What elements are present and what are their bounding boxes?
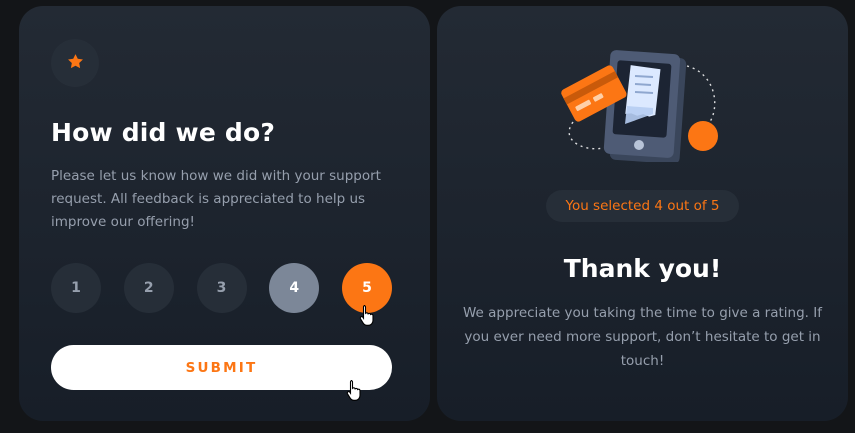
rating-description: Please let us know how we did with your … [51, 168, 381, 230]
rating-button-1[interactable]: 1 [51, 263, 101, 313]
submit-button[interactable]: SUBMIT [51, 345, 392, 390]
hand-cursor-icon [359, 304, 375, 326]
rating-button-2[interactable]: 2 [123, 263, 174, 313]
star-badge [51, 39, 99, 87]
rating-card: How did we do? Please let us know how we… [19, 6, 430, 421]
thank-you-description: We appreciate you taking the time to giv… [463, 305, 822, 369]
payment-illustration [555, 44, 725, 164]
star-icon [67, 53, 84, 74]
rating-title: How did we do? [51, 118, 276, 147]
rating-button-4[interactable]: 4 [269, 263, 320, 313]
rating-options: 1 2 3 4 5 [51, 263, 392, 313]
thank-you-card: You selected 4 out of 5 Thank you! We ap… [437, 6, 848, 421]
page: How did we do? Please let us know how we… [0, 0, 855, 433]
thank-you-title: Thank you! [563, 254, 722, 283]
selected-rating-badge: You selected 4 out of 5 [546, 190, 739, 222]
rating-button-3[interactable]: 3 [196, 263, 247, 313]
hand-cursor-icon [346, 379, 362, 401]
